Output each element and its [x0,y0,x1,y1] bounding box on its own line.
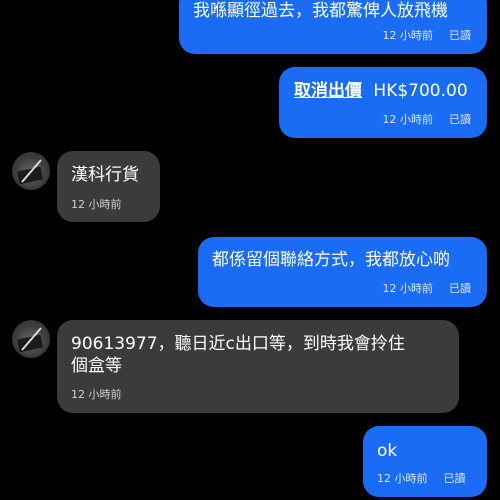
offer-line: 取消出價 HK$700.00 [294,80,468,102]
avatar-image-icon [17,327,43,352]
message-text: 我喺顯徑過去，我都驚俾人放飛機 [193,1,448,21]
message-time: 12 小時前 [71,198,122,211]
message-meta: 12 小時前 [71,196,122,212]
message-outgoing: 都係留個聯絡方式，我都放心啲 12 小時前 已讀 [198,237,487,307]
message-incoming: 90613977，聽日近c出口等，到時我會拎住 個盒等 12 小時前 [57,320,459,413]
message-time: 12 小時前 [382,29,434,42]
message-time: 12 小時前 [382,282,434,295]
message-meta: 12 小時前 已讀 [377,470,466,486]
message-text-line: 90613977，聽日近c出口等，到時我會拎住 [71,334,405,354]
cancel-offer-link[interactable]: 取消出價 [294,81,362,101]
message-outgoing: ok 12 小時前 已讀 [363,426,487,497]
message-time: 12 小時前 [71,388,122,401]
message-meta: 12 小時前 已讀 [383,111,472,127]
read-status: 已讀 [443,472,466,485]
avatar-image-icon [17,159,43,184]
message-text: ok [377,441,398,461]
offer-price: HK$700.00 [373,81,468,101]
message-meta: 12 小時前 [71,386,122,402]
read-status: 已讀 [449,113,471,126]
message-meta: 12 小時前 已讀 [383,280,472,296]
message-text: 漢科行貨 [71,165,139,185]
seller-avatar[interactable] [12,320,50,358]
message-incoming: 漢科行貨 12 小時前 [57,151,160,222]
message-time: 12 小時前 [382,113,434,126]
seller-avatar[interactable] [12,152,50,190]
message-meta: 12 小時前 已讀 [383,27,472,43]
message-text: 都係留個聯絡方式，我都放心啲 [212,250,450,270]
message-text-line: 個盒等 [71,356,122,376]
read-status: 已讀 [449,29,471,42]
message-time: 12 小時前 [377,472,428,485]
read-status: 已讀 [449,282,471,295]
message-outgoing: 我喺顯徑過去，我都驚俾人放飛機 12 小時前 已讀 [179,0,487,54]
offer-message: 取消出價 HK$700.00 12 小時前 已讀 [279,67,487,138]
